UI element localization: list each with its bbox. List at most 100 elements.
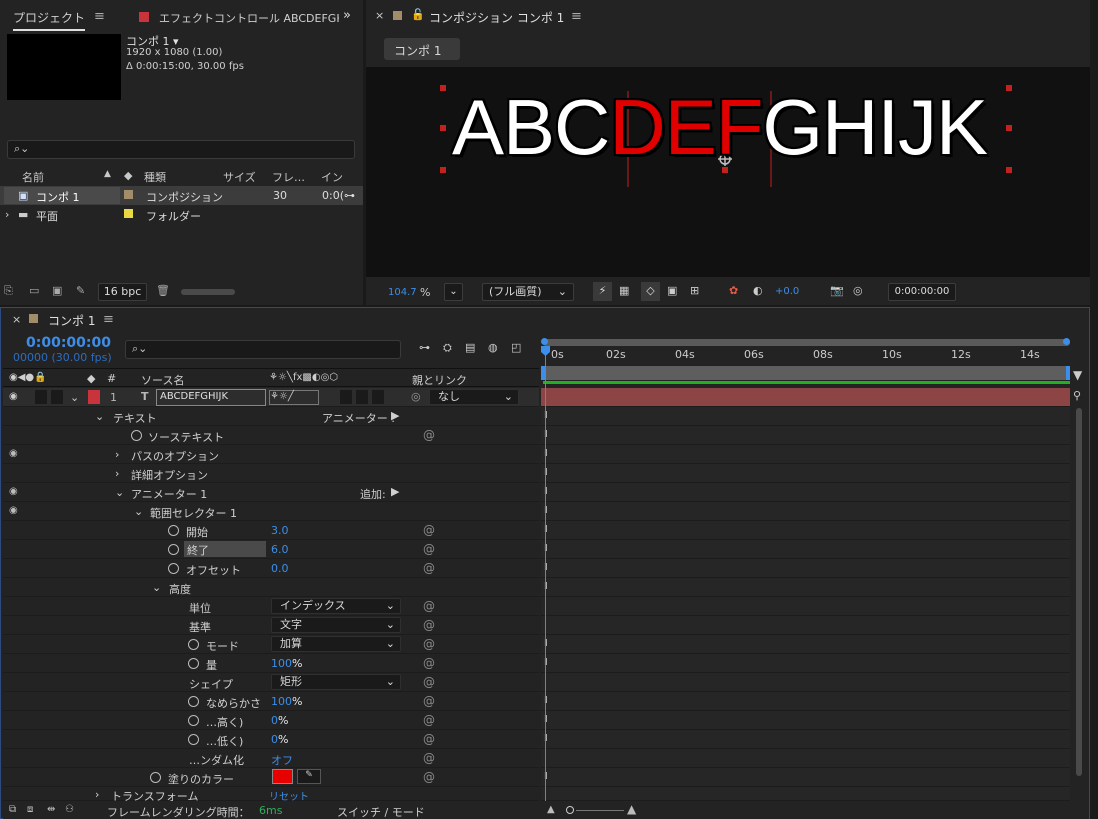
time-ruler[interactable]: 0s 02s 04s 06s 08s 10s 12s 14s (541, 338, 1070, 388)
tab-effect-controls[interactable]: エフェクトコントロール ABCDEFGHIJK (159, 10, 339, 26)
parent-link-column[interactable]: 親とリンク (412, 372, 467, 388)
label-swatch[interactable] (124, 209, 133, 218)
shy-layers-icon[interactable]: ▤ (465, 341, 475, 354)
chevron-down-icon[interactable]: ⌄ (95, 410, 104, 423)
prop-ease-low[interactable]: …低く) 0% @ (3, 730, 539, 749)
track-row[interactable]: I (541, 768, 1070, 787)
expression-pickwhip-icon[interactable]: @ (423, 561, 435, 575)
prop-end[interactable]: 終了 6.0 @ (3, 540, 539, 559)
prop-amount[interactable]: 量 100% @ (3, 654, 539, 673)
col-name[interactable]: 名前 (22, 169, 44, 185)
track-row[interactable]: I (541, 730, 1070, 749)
work-area-end[interactable] (1066, 366, 1070, 380)
units-dropdown[interactable]: インデックス ⌄ (271, 598, 401, 614)
resolution-dropdown[interactable]: (フル画質) ⌄ (482, 283, 574, 301)
track-row[interactable]: I (541, 445, 1070, 464)
col-frame[interactable]: フレ… (272, 169, 305, 185)
stopwatch-icon[interactable] (188, 714, 199, 727)
parent-dropdown[interactable]: なし ⌄ (429, 389, 519, 405)
prop-ease-high[interactable]: …高く) 0% @ (3, 711, 539, 730)
more-tabs-icon[interactable]: » (343, 8, 351, 23)
prop-shape[interactable]: シェイプ 矩形 ⌄ @ (3, 673, 539, 692)
expand-chevron-icon[interactable]: › (95, 788, 99, 801)
track-row[interactable]: I (541, 521, 1070, 540)
expression-pickwhip-icon[interactable]: @ (423, 751, 435, 765)
project-row-folder[interactable]: › ▬ 平面 フォルダー (0, 205, 363, 224)
eye-icon[interactable]: ◉ (9, 486, 18, 497)
work-area[interactable] (543, 366, 1070, 380)
lock-icon[interactable]: 🔓 (411, 8, 425, 21)
project-search-input[interactable]: ⌕⌄ (7, 140, 355, 159)
transparency-grid-icon[interactable]: ▦ (619, 284, 629, 297)
switch-box[interactable] (340, 390, 352, 404)
label-swatch[interactable] (88, 390, 100, 404)
track-row[interactable] (541, 749, 1070, 768)
track-row[interactable]: I (541, 426, 1070, 445)
zoom-in-icon[interactable]: ▲ (627, 802, 636, 816)
track-row[interactable]: I (541, 483, 1070, 502)
col-size[interactable]: サイズ (223, 169, 256, 185)
chevron-down-icon[interactable]: ⌄ (152, 581, 161, 594)
zoom-handle-left[interactable] (541, 338, 548, 345)
track-row[interactable]: I (541, 502, 1070, 521)
comp-canvas[interactable]: ABCDEFGHIJK (366, 67, 1090, 277)
prop-randomize[interactable]: …ンダム化 オフ @ (3, 749, 539, 768)
chevron-down-icon[interactable]: ⌄ (115, 486, 124, 499)
prop-value[interactable]: 0.0 (271, 562, 289, 575)
switch-box[interactable] (372, 390, 384, 404)
expression-pickwhip-icon[interactable]: @ (423, 542, 435, 556)
tab-comp-timeline[interactable]: コンポ 1 (48, 312, 95, 329)
layer-switches-toggle-icon[interactable]: ⧉ (9, 804, 16, 815)
mask-visibility-icon[interactable]: ◇ (641, 282, 660, 301)
sort-up-icon[interactable]: ▲ (104, 169, 111, 179)
prop-start[interactable]: 開始 3.0 @ (3, 521, 539, 540)
expression-pickwhip-icon[interactable]: @ (423, 523, 435, 537)
prop-value-group[interactable]: 0% (271, 714, 288, 727)
layer-switches[interactable]: ⚘☼╱ (269, 390, 319, 405)
layer-search-input[interactable]: ⌕⌄ (125, 340, 401, 359)
exposure-value[interactable]: +0.0 (775, 286, 799, 297)
prop-offset[interactable]: オフセット 0.0 @ (3, 559, 539, 578)
prop-value-group[interactable]: 100% (271, 657, 302, 670)
zoom-dropdown[interactable]: ⌄ (444, 283, 463, 301)
zoom-out-icon[interactable]: ▲ (547, 804, 555, 815)
panel-menu-icon[interactable]: ≡ (571, 9, 582, 24)
label-swatch[interactable] (124, 190, 133, 199)
transfer-controls-toggle-icon[interactable]: ⧈ (27, 804, 33, 815)
prop-value-group[interactable]: 100% (271, 695, 302, 708)
region-of-interest-icon[interactable]: ▣ (667, 284, 677, 297)
prop-more-options[interactable]: › 詳細オプション (3, 464, 539, 483)
color-channel-icon[interactable]: ✿ (729, 284, 738, 297)
close-icon[interactable]: × (375, 9, 384, 22)
eye-icon[interactable]: ◉ (9, 391, 18, 402)
prop-mode[interactable]: モード 加算 ⌄ @ (3, 635, 539, 654)
expression-pickwhip-icon[interactable]: @ (423, 428, 435, 442)
thumbnail-scroll[interactable] (181, 289, 235, 295)
expression-pickwhip-icon[interactable]: @ (423, 732, 435, 746)
solo-switch[interactable] (35, 390, 47, 404)
prop-value[interactable]: 3.0 (271, 524, 289, 537)
lock-switch[interactable] (51, 390, 63, 404)
prop-text[interactable]: ⌄ テキスト アニメーター : ▶ (3, 407, 539, 426)
prop-transform[interactable]: › トランスフォーム リセット (3, 787, 539, 803)
prop-value[interactable]: オフ (271, 752, 293, 768)
track-row[interactable]: I (541, 540, 1070, 559)
comp-flowchart-icon[interactable]: ⊶ (419, 341, 430, 354)
based-on-dropdown[interactable]: 文字 ⌄ (271, 617, 401, 633)
chevron-down-icon[interactable]: ⌄ (134, 505, 143, 518)
timeline-scrollbar[interactable] (1076, 408, 1082, 776)
viewer-title[interactable]: コンポジション コンポ 1 (429, 9, 564, 26)
layer-name[interactable]: ABCDEFGHIJK (156, 389, 266, 406)
add-play-icon[interactable]: ▶ (391, 485, 399, 498)
snapshot-icon[interactable]: 📷 (830, 284, 844, 297)
comp-text-layer[interactable]: ABCDEFGHIJK (452, 87, 988, 167)
bpc-button[interactable]: 16 bpc (98, 283, 147, 301)
render-time-toggle-icon[interactable]: ⚇ (65, 804, 74, 815)
expand-chevron-icon[interactable]: ⌄ (70, 391, 79, 404)
switch-box[interactable] (356, 390, 368, 404)
pick-whip-icon[interactable]: ◎ (411, 390, 421, 403)
trash-icon[interactable]: 🗑 (156, 284, 170, 297)
expression-pickwhip-icon[interactable]: @ (423, 637, 435, 651)
stopwatch-icon[interactable] (168, 562, 179, 575)
stopwatch-icon[interactable] (168, 524, 179, 537)
